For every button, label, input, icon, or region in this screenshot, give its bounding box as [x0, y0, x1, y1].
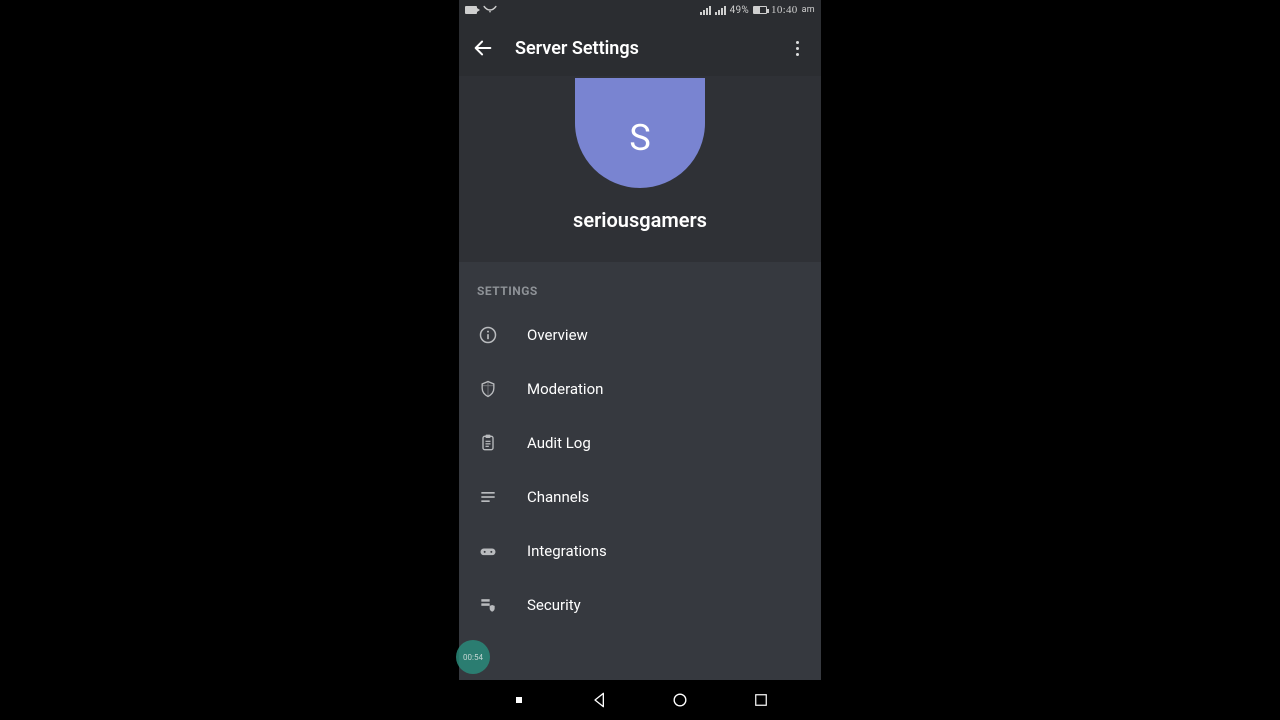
app-bar: Server Settings	[459, 20, 821, 76]
row-label: Overview	[527, 326, 588, 344]
security-icon	[477, 594, 499, 616]
recording-timer-text: 00:54	[463, 653, 483, 662]
battery-icon	[753, 6, 767, 14]
row-integrations[interactable]: Integrations	[459, 524, 821, 578]
info-icon	[477, 324, 499, 346]
status-bar: 49% 10:40 am	[459, 0, 821, 20]
section-label-settings: SETTINGS	[459, 262, 821, 308]
back-button[interactable]	[471, 36, 495, 60]
clipboard-icon	[477, 432, 499, 454]
gamepad-icon	[477, 540, 499, 562]
battery-percent: 49%	[730, 5, 749, 16]
status-ampm: am	[802, 5, 815, 15]
settings-list: SETTINGS Overview Moderation Audit Log C…	[459, 262, 821, 680]
server-avatar[interactable]: S	[575, 78, 705, 188]
server-name: seriousgamers	[573, 208, 707, 232]
shield-icon	[477, 378, 499, 400]
row-audit-log[interactable]: Audit Log	[459, 416, 821, 470]
server-header: S seriousgamers	[459, 76, 821, 262]
more-options-button[interactable]	[785, 36, 809, 60]
row-label: Audit Log	[527, 434, 591, 452]
server-avatar-letter: S	[629, 117, 650, 159]
row-overview[interactable]: Overview	[459, 308, 821, 362]
row-label: Moderation	[527, 380, 603, 398]
nav-back-button[interactable]	[580, 680, 620, 720]
missed-call-icon	[483, 5, 497, 15]
signal-icon	[700, 5, 711, 15]
video-camera-icon	[465, 6, 477, 14]
android-nav-bar	[459, 680, 821, 720]
status-time: 10:40	[771, 4, 798, 16]
signal-icon-2	[715, 5, 726, 15]
nav-extra-button[interactable]	[499, 680, 539, 720]
recording-timer-overlay[interactable]: 00:54	[456, 640, 490, 674]
row-channels[interactable]: Channels	[459, 470, 821, 524]
nav-home-button[interactable]	[660, 680, 700, 720]
phone-frame: 49% 10:40 am Server Settings S seriousga…	[459, 0, 821, 720]
row-label: Integrations	[527, 542, 607, 560]
page-title: Server Settings	[515, 38, 639, 59]
nav-recents-button[interactable]	[741, 680, 781, 720]
list-icon	[477, 486, 499, 508]
row-label: Security	[527, 596, 581, 614]
row-moderation[interactable]: Moderation	[459, 362, 821, 416]
row-security[interactable]: Security	[459, 578, 821, 632]
row-label: Channels	[527, 488, 589, 506]
